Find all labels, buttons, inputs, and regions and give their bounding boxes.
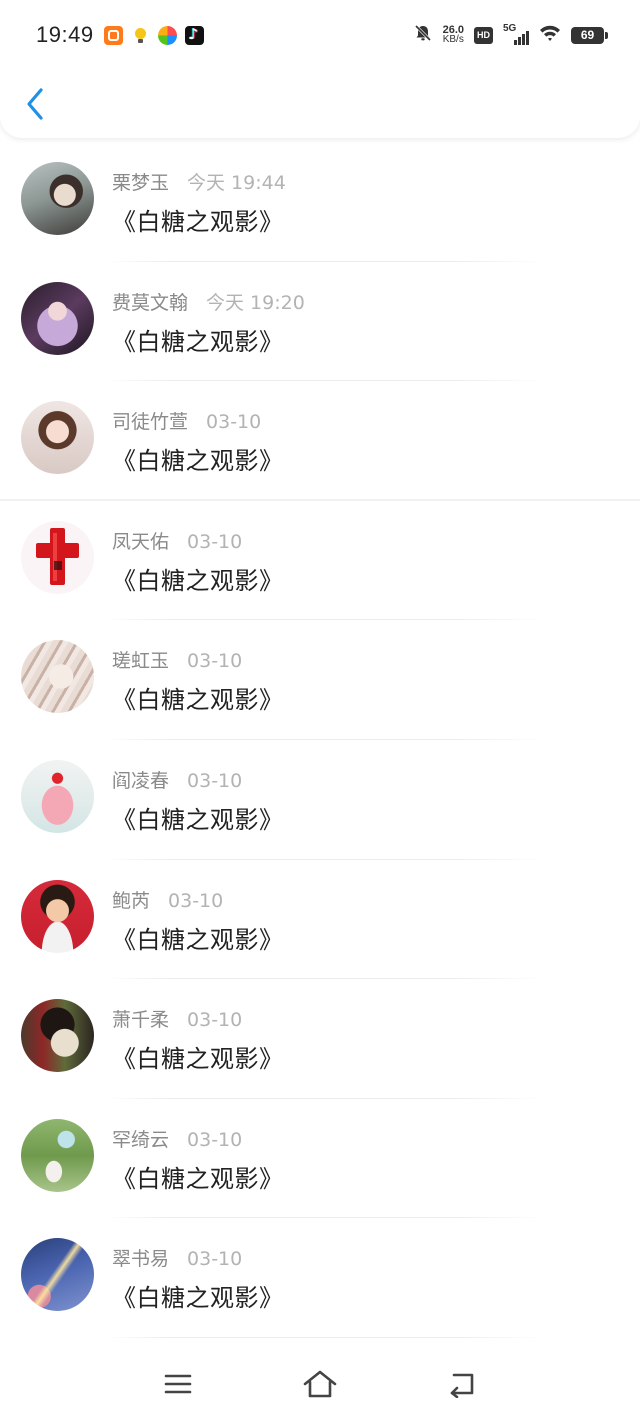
message-title: 《白糖之观影》 [112,1284,284,1313]
sender-name: 萧千柔 [112,1009,170,1032]
chevron-left-icon [27,88,43,120]
message-title: 《白糖之观影》 [112,1164,284,1193]
list-item[interactable]: 栗梦玉 今天 19:44 《白糖之观影》 [0,142,640,262]
notification-app-icons [103,25,204,45]
home-button[interactable] [300,1367,340,1401]
battery-icon: 69 [571,26,608,44]
sender-name: 翠书易 [112,1248,170,1271]
avatar[interactable] [21,401,94,475]
message-time: 03-10 [187,769,243,792]
pinwheel-app-icon [157,25,177,45]
message-time: 03-10 [168,889,224,912]
status-bar: 19:49 26.0 KB/s HD 5G [0,0,640,70]
message-time: 03-10 [187,530,243,553]
message-title: 《白糖之观影》 [112,925,284,954]
back-button[interactable] [18,84,52,124]
message-title: 《白糖之观影》 [112,1045,284,1074]
network-speed: 26.0 KB/s [443,25,464,45]
network-speed-unit: KB/s [442,34,464,45]
message-list: 栗梦玉 今天 19:44 《白糖之观影》 费莫文翰 今天 19:20 《白糖之观… [0,142,640,1338]
sender-name: 费莫文翰 [112,291,189,314]
system-nav-bar [0,1345,640,1423]
divider [104,1336,544,1338]
avatar[interactable] [21,879,94,953]
message-title: 《白糖之观影》 [112,327,284,356]
avatar[interactable] [21,1238,94,1312]
avatar[interactable] [21,281,94,355]
home-icon [303,1370,337,1398]
status-time: 19:49 [36,22,94,47]
message-time: 03-10 [187,650,243,673]
list-item[interactable]: 鲍芮 03-10 《白糖之观影》 [0,860,640,980]
message-time: 03-10 [187,1128,243,1151]
list-item[interactable]: 凤天佑 03-10 《白糖之观影》 [0,501,640,621]
back-icon [450,1373,474,1398]
wifi-icon [539,24,561,46]
sender-name: 司徒竹萱 [112,411,189,434]
avatar[interactable] [21,162,94,235]
sender-name: 鲍芮 [112,889,151,912]
sender-name: 罕绮云 [112,1128,170,1151]
message-title: 《白糖之观影》 [112,686,284,715]
sender-name: 凤天佑 [112,530,170,553]
sender-name: 阎凌春 [112,769,170,792]
back-nav-button[interactable] [442,1367,482,1401]
menu-button[interactable] [158,1367,198,1401]
signal-icon: 5G [503,23,529,45]
list-item[interactable]: 阎凌春 03-10 《白糖之观影》 [0,740,640,860]
bulb-app-icon [131,26,150,45]
tiktok-app-icon [184,25,204,45]
message-time: 今天 19:20 [206,291,305,314]
message-title: 《白糖之观影》 [112,208,284,236]
list-item[interactable]: 司徒竹萱 03-10 《白糖之观影》 [0,381,640,501]
avatar[interactable] [21,1118,94,1192]
status-indicators: 26.0 KB/s HD 5G 69 [413,23,608,47]
message-title: 《白糖之观影》 [112,805,284,834]
list-item[interactable]: 费莫文翰 今天 19:20 《白糖之观影》 [0,262,640,382]
list-item[interactable]: 罕绮云 03-10 《白糖之观影》 [0,1099,640,1219]
avatar[interactable] [21,999,94,1073]
message-time: 今天 19:44 [187,172,286,194]
avatar[interactable] [21,640,94,714]
mute-bell-icon [413,23,433,47]
header-bar: 19:49 26.0 KB/s HD 5G [0,0,640,138]
hd-badge: HD [474,26,493,44]
sender-name: 瑳虹玉 [112,650,170,673]
orange-app-icon [103,25,123,45]
message-time: 03-10 [187,1009,243,1032]
list-item[interactable]: 萧千柔 03-10 《白糖之观影》 [0,979,640,1099]
message-time: 03-10 [187,1248,243,1271]
menu-icon [164,1374,192,1394]
message-title: 《白糖之观影》 [112,447,284,476]
avatar[interactable] [21,520,94,594]
list-item[interactable]: 瑳虹玉 03-10 《白糖之观影》 [0,620,640,740]
message-title: 《白糖之观影》 [112,566,284,595]
sender-name: 栗梦玉 [112,172,170,194]
list-item[interactable]: 翠书易 03-10 《白糖之观影》 [0,1218,640,1338]
avatar[interactable] [21,759,94,833]
message-time: 03-10 [206,411,262,434]
